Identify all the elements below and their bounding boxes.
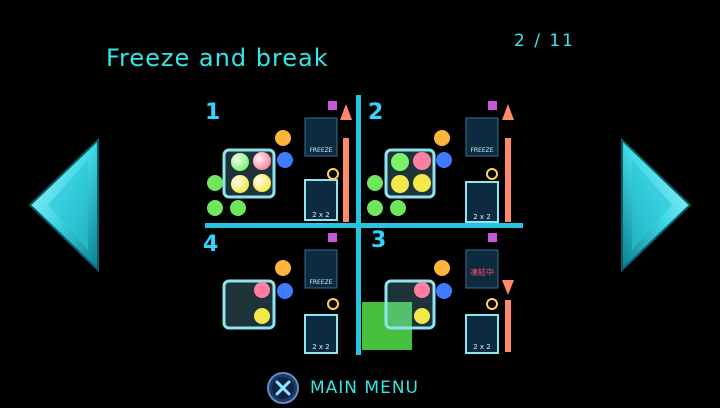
cross-button-icon xyxy=(267,372,299,404)
locked-kanji-label: 凍結中 xyxy=(470,267,494,277)
quadrant-number-2: 2 xyxy=(368,100,384,125)
quadrant-number-4: 4 xyxy=(203,232,219,257)
freeze-label-1: FREEZE xyxy=(309,147,332,154)
chain-label-3: 2 x 2 xyxy=(473,343,491,351)
chain-label-1: 2 x 2 xyxy=(312,211,330,219)
main-menu-label: MAIN MENU xyxy=(310,378,419,398)
quadrant-number-1: 1 xyxy=(205,100,221,125)
quadrant-number-3: 3 xyxy=(371,228,387,253)
chain-label-4: 2 x 2 xyxy=(312,343,330,351)
main-menu-button[interactable]: MAIN MENU xyxy=(266,370,419,406)
quadrant-4 xyxy=(222,233,339,354)
horizontal-divider xyxy=(205,223,523,228)
tutorial-diagram: FREEZE FREEZE FREEZE 2 x 2 2 x 2 2 x 2 2… xyxy=(205,95,523,355)
chain-label-2: 2 x 2 xyxy=(473,213,491,221)
quadrant-1 xyxy=(207,101,352,222)
freeze-label-4: FREEZE xyxy=(309,279,332,286)
freeze-label-2: FREEZE xyxy=(470,147,493,154)
quadrant-2 xyxy=(367,101,514,223)
